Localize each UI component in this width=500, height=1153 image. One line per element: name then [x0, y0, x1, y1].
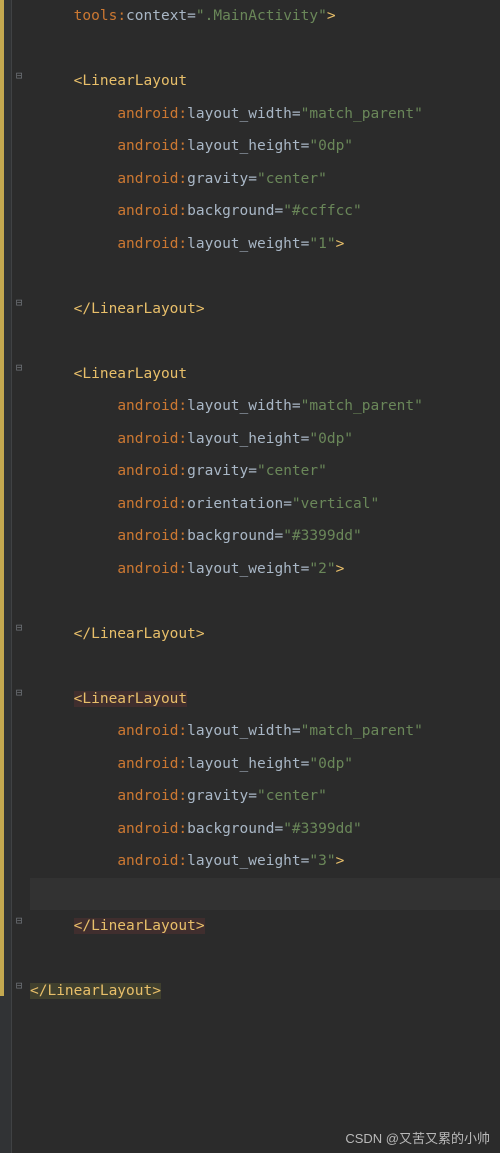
fold-close-icon[interactable]: ⊟	[13, 297, 25, 309]
code-line: android:layout_weight="3">	[30, 845, 500, 878]
code-editor[interactable]: tools:context=".MainActivity"> <LinearLa…	[30, 0, 500, 1153]
code-line: android:orientation="vertical"	[30, 488, 500, 521]
code-line: android:background="#3399dd"	[30, 813, 500, 846]
code-line	[30, 650, 500, 683]
code-line: android:gravity="center"	[30, 163, 500, 196]
fold-open-icon[interactable]: ⊟	[13, 70, 25, 82]
watermark: CSDN @又苦又累的小帅	[345, 1128, 490, 1147]
code-line: android:layout_height="0dp"	[30, 130, 500, 163]
code-line: android:layout_height="0dp"	[30, 423, 500, 456]
change-marker	[0, 0, 4, 996]
code-line: <LinearLayout	[30, 358, 500, 391]
fold-open-icon[interactable]: ⊟	[13, 687, 25, 699]
code-line: tools:context=".MainActivity">	[30, 0, 500, 33]
code-line: </LinearLayout>	[30, 975, 500, 1008]
gutter-left	[0, 0, 12, 1153]
code-line	[30, 325, 500, 358]
code-line: android:gravity="center"	[30, 455, 500, 488]
code-line: android:layout_width="match_parent"	[30, 390, 500, 423]
fold-close-icon[interactable]: ⊟	[13, 622, 25, 634]
code-line: android:background="#ccffcc"	[30, 195, 500, 228]
code-line: android:layout_height="0dp"	[30, 748, 500, 781]
code-line: <LinearLayout	[30, 683, 500, 716]
code-line	[30, 585, 500, 618]
code-line-caret	[30, 878, 500, 911]
code-line: </LinearLayout>	[30, 618, 500, 651]
code-line: <LinearLayout	[30, 65, 500, 98]
code-line	[30, 943, 500, 976]
fold-gutter: ⊟ ⊟ ⊟ ⊟ ⊟ ⊟ ⊟	[14, 0, 26, 1153]
code-line: android:gravity="center"	[30, 780, 500, 813]
code-line	[30, 33, 500, 66]
code-line: android:background="#3399dd"	[30, 520, 500, 553]
code-line	[30, 260, 500, 293]
fold-close-icon[interactable]: ⊟	[13, 915, 25, 927]
code-line: android:layout_width="match_parent"	[30, 98, 500, 131]
code-line: android:layout_width="match_parent"	[30, 715, 500, 748]
fold-close-icon[interactable]: ⊟	[13, 980, 25, 992]
fold-open-icon[interactable]: ⊟	[13, 362, 25, 374]
code-line: android:layout_weight="2">	[30, 553, 500, 586]
code-line: </LinearLayout>	[30, 293, 500, 326]
code-line: </LinearLayout>	[30, 910, 500, 943]
code-line: android:layout_weight="1">	[30, 228, 500, 261]
